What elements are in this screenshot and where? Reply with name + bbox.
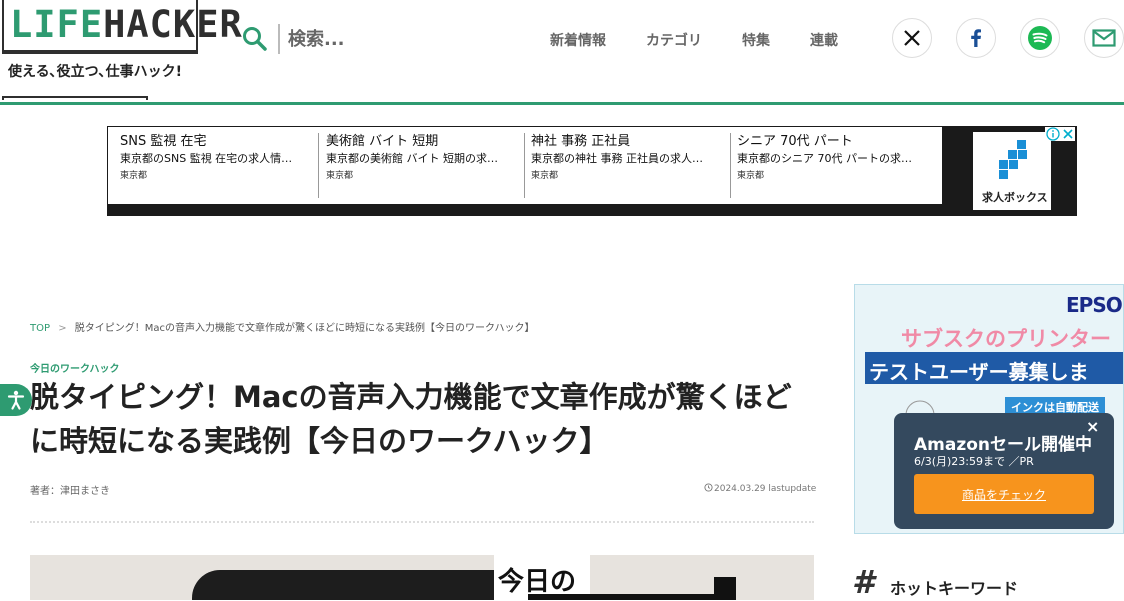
nav-latest[interactable]: 新着情報 bbox=[550, 30, 606, 50]
ad-item-desc: 東京都の美術館 バイト 短期の求… bbox=[326, 152, 498, 165]
mail-glyph bbox=[1092, 29, 1116, 47]
ad-item-desc: 東京都のSNS 監視 在宅の求人情… bbox=[120, 152, 293, 165]
header-underline bbox=[0, 102, 1124, 105]
nav-series[interactable]: 連載 bbox=[810, 30, 838, 50]
ad-item-location: 東京都 bbox=[326, 171, 354, 181]
x-glyph bbox=[904, 30, 920, 46]
logo-divider bbox=[2, 52, 198, 54]
article-divider bbox=[30, 521, 814, 523]
side-ad-subhead: テストユーザー募集しま bbox=[869, 360, 1089, 384]
nav-category[interactable]: カテゴリ bbox=[646, 30, 702, 50]
ad-item-title: シニア 70代 パート bbox=[737, 134, 853, 149]
ad-close-icon[interactable] bbox=[1061, 127, 1075, 141]
ad-item-desc: 東京都のシニア 70代 パートの求… bbox=[737, 152, 912, 165]
ad-info-controls bbox=[1045, 127, 1075, 141]
ad-item-desc: 東京都の神社 事務 正社員の求人… bbox=[531, 152, 703, 165]
ad-item-title: SNS 監視 在宅 bbox=[120, 134, 207, 149]
ad-divider bbox=[318, 133, 319, 198]
ad-divider bbox=[730, 133, 731, 198]
nav-features[interactable]: 特集 bbox=[742, 30, 770, 50]
breadcrumb: TOP > 脱タイピング！Macの音声入力機能で文章作成が驚くほどに時短になる実… bbox=[30, 319, 535, 334]
mail-icon[interactable] bbox=[1084, 18, 1124, 58]
article-date: 2024.03.29 lastupdate bbox=[704, 483, 816, 494]
search-separator bbox=[278, 24, 280, 54]
facebook-icon[interactable] bbox=[956, 18, 996, 58]
hot-keywords-heading: ホットキーワード bbox=[890, 579, 1019, 598]
ad-advertiser-logo[interactable]: 求人ボックス bbox=[973, 132, 1051, 210]
ad-item-title: 美術館 バイト 短期 bbox=[326, 134, 439, 149]
facebook-glyph bbox=[971, 29, 981, 47]
ad-logo-mark-icon bbox=[999, 140, 1027, 179]
check-products-button[interactable]: 商品をチェック bbox=[914, 474, 1094, 514]
side-ad-headline: サブスクのプリンター bbox=[901, 327, 1111, 351]
x-icon[interactable] bbox=[892, 18, 932, 58]
article-author[interactable]: 著者：津田まさき bbox=[30, 482, 110, 497]
ad-item-location: 東京都 bbox=[120, 171, 148, 181]
hashtag-icon: # bbox=[852, 563, 875, 601]
hero-sign-bar bbox=[528, 594, 718, 600]
article-hero-image: 今日の bbox=[30, 555, 814, 600]
amazon-sale-popup: × Amazonセール開催中 6/3(月)23:59まで ／PR 商品をチェック bbox=[894, 413, 1114, 529]
hero-sign-block bbox=[714, 577, 736, 600]
logo-hacker: HACKER bbox=[103, 3, 243, 46]
site-tagline: 使える､役立つ､仕事ハック! bbox=[8, 64, 182, 80]
hero-sign-text: 今日の bbox=[498, 567, 577, 597]
side-ad-brand: EPSON bbox=[1066, 293, 1123, 317]
logo-bottom-bracket bbox=[2, 96, 148, 100]
ad-item-location: 東京都 bbox=[531, 171, 559, 181]
ad-item-location: 東京都 bbox=[737, 171, 765, 181]
spotify-glyph bbox=[1028, 26, 1052, 50]
search-icon[interactable] bbox=[242, 26, 268, 52]
ad-info-icon[interactable] bbox=[1046, 127, 1060, 141]
ad-item[interactable]: 美術館 バイト 短期 東京都の美術館 バイト 短期の求… 東京都 bbox=[326, 133, 526, 199]
accessibility-icon bbox=[7, 390, 25, 410]
breadcrumb-home[interactable]: TOP bbox=[30, 323, 50, 334]
article-title: 脱タイピング！Macの音声入力機能で文章作成が驚くほどに時短になる実践例【今日の… bbox=[30, 380, 792, 458]
article-date-text: 2024.03.29 lastupdate bbox=[714, 484, 817, 494]
ad-item[interactable]: シニア 70代 パート 東京都のシニア 70代 パートの求… 東京都 bbox=[737, 133, 937, 199]
ad-item[interactable]: SNS 監視 在宅 東京都のSNS 監視 在宅の求人情… 東京都 bbox=[120, 133, 320, 199]
breadcrumb-current: 脱タイピング！Macの音声入力機能で文章作成が驚くほどに時短になる実践例【今日の… bbox=[74, 323, 535, 334]
ad-item[interactable]: 神社 事務 正社員 東京都の神社 事務 正社員の求人… 東京都 bbox=[531, 133, 731, 199]
article-category[interactable]: 今日のワークハック bbox=[30, 360, 120, 375]
accessibility-button[interactable] bbox=[0, 384, 32, 416]
ad-divider bbox=[524, 133, 525, 198]
ad-item-title: 神社 事務 正社員 bbox=[531, 134, 631, 149]
popup-title: Amazonセール開催中 bbox=[914, 435, 1093, 455]
spotify-icon[interactable] bbox=[1020, 18, 1060, 58]
search-input[interactable] bbox=[288, 24, 508, 54]
site-logo[interactable]: LIFEHACKER bbox=[10, 2, 243, 48]
logo-life: LIFE bbox=[10, 3, 104, 46]
history-icon bbox=[704, 483, 713, 492]
popup-subtitle: 6/3(月)23:59まで ／PR bbox=[914, 455, 1034, 468]
ad-logo-text: 求人ボックス bbox=[982, 191, 1048, 204]
breadcrumb-separator: > bbox=[58, 323, 67, 334]
